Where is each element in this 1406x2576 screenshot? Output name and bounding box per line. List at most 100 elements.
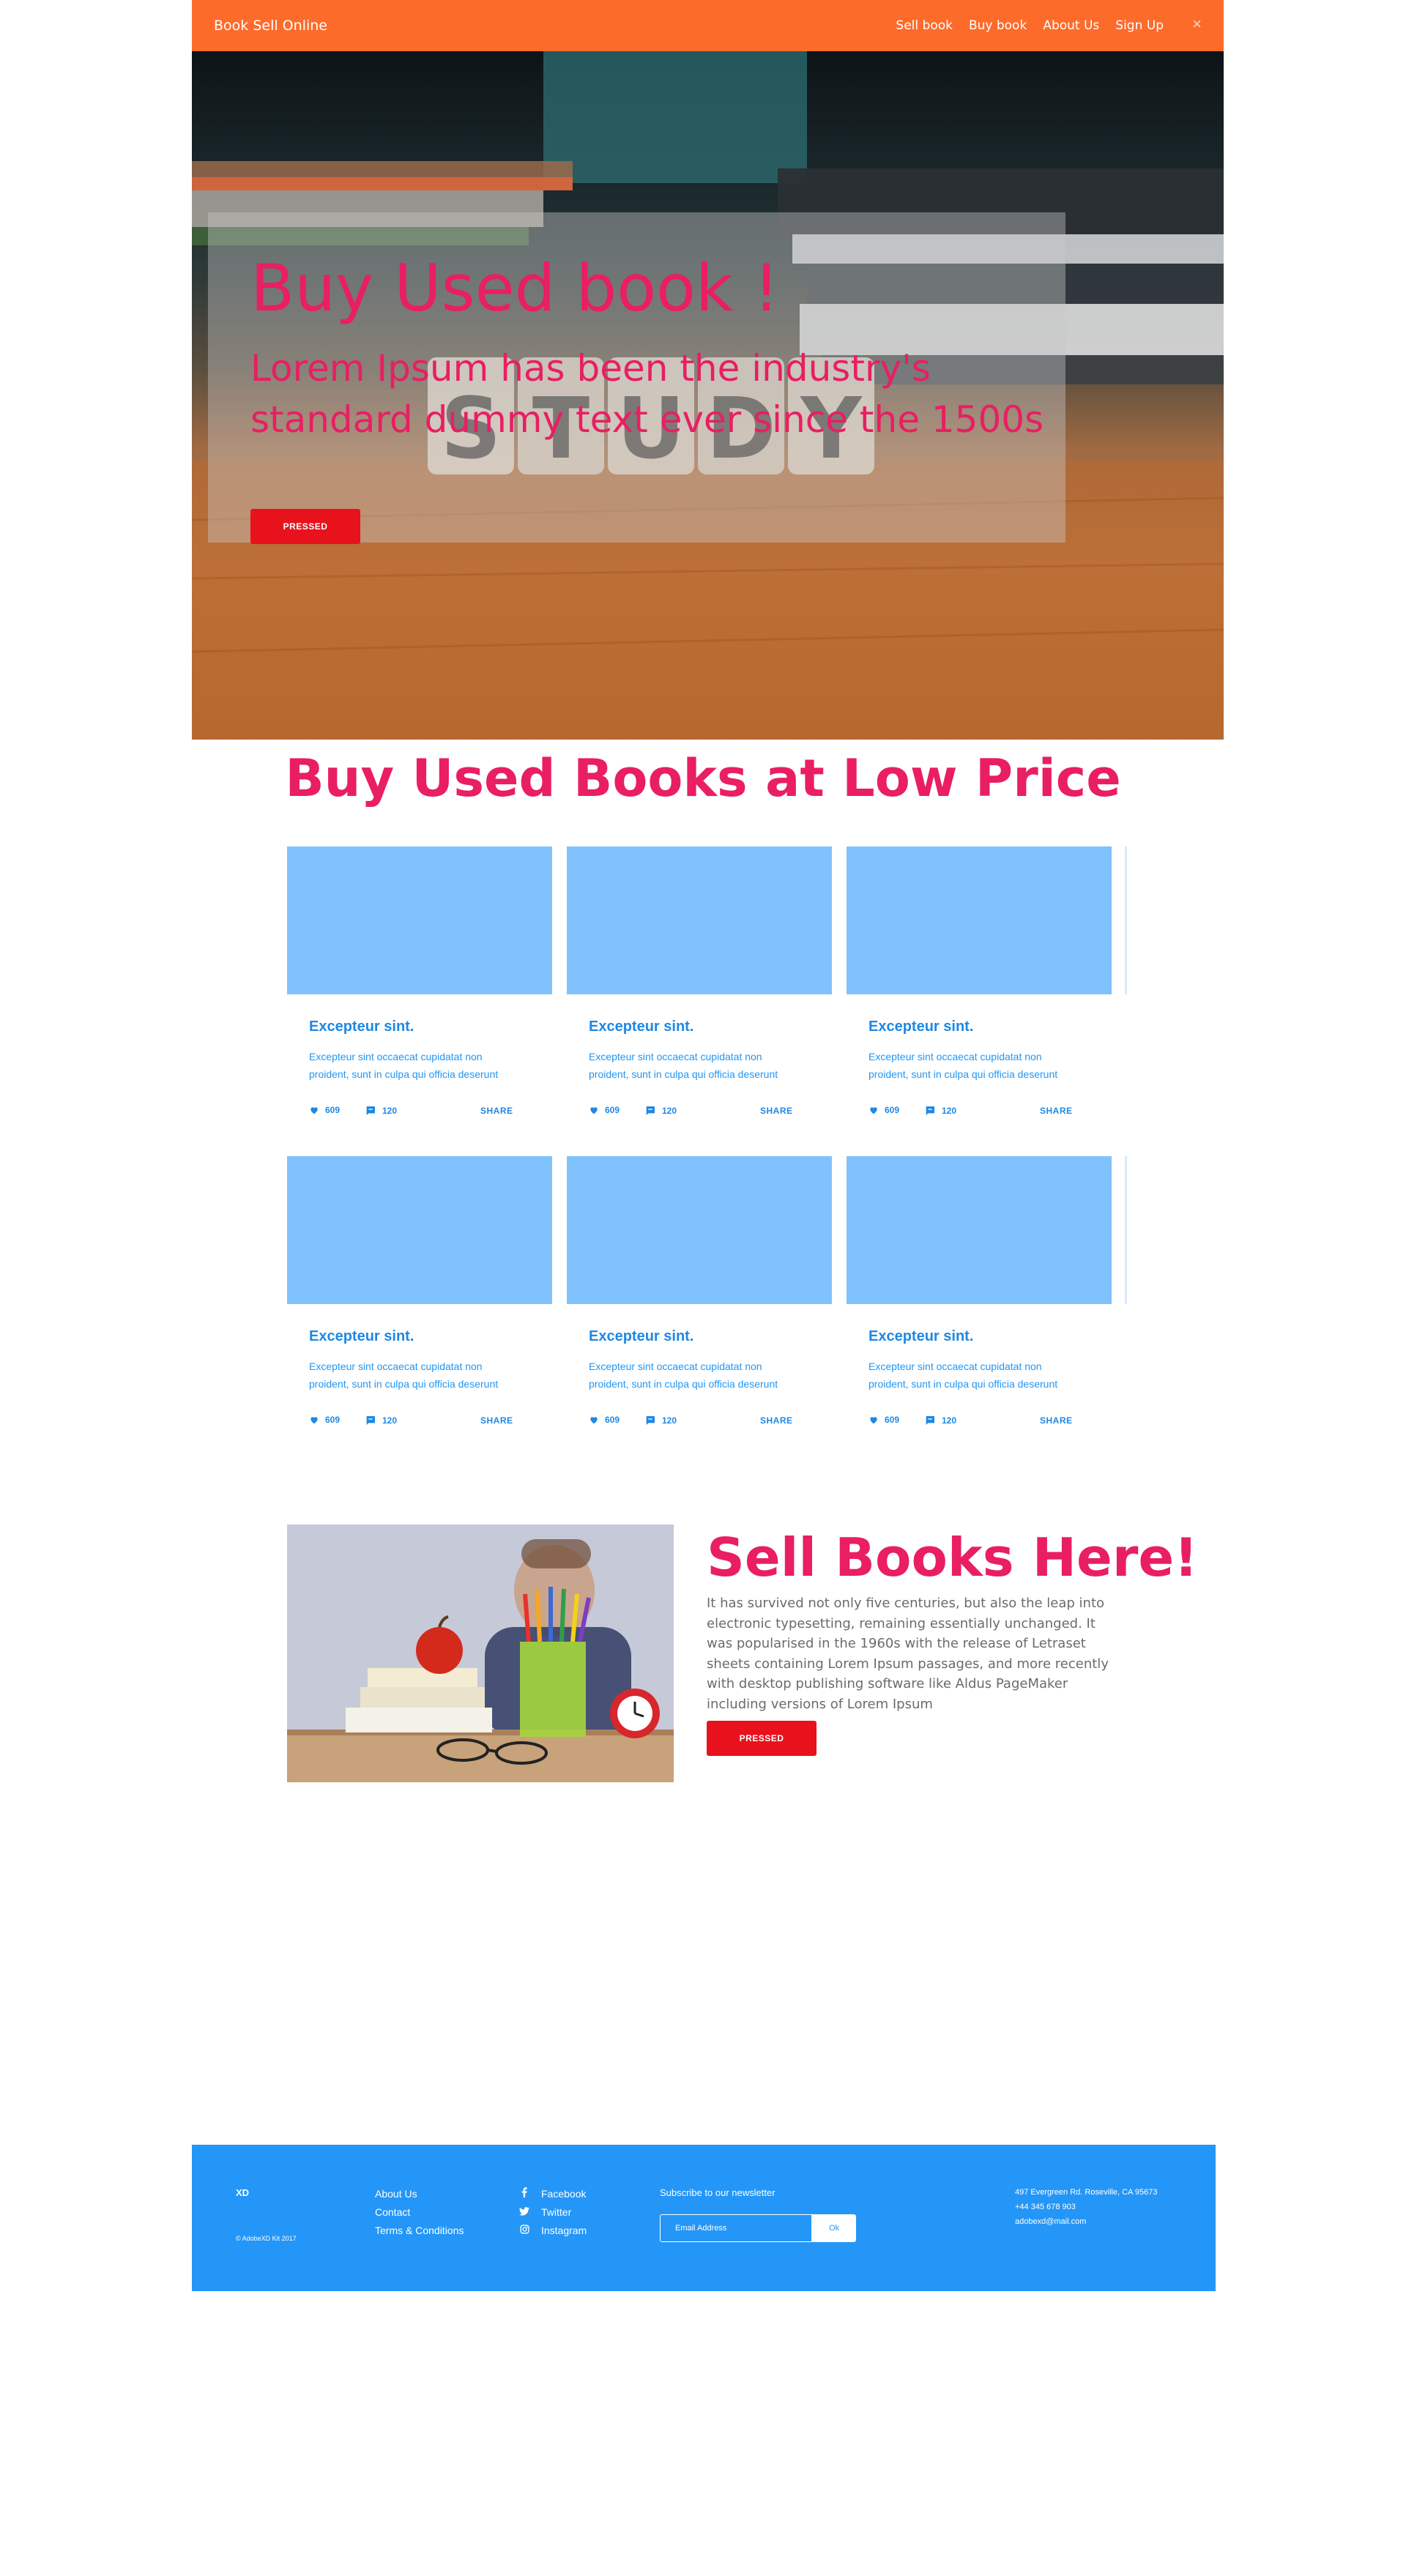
comments-stat[interactable]: 120: [644, 1105, 677, 1117]
book-card-title[interactable]: Excepteur sint.: [589, 1019, 693, 1035]
nav-link-buy-book[interactable]: Buy book: [969, 18, 1027, 33]
heart-icon: [870, 1417, 877, 1424]
sell-section-text: It has survived not only five centuries,…: [707, 1596, 1109, 1712]
hero-subtitle: Lorem Ipsum has been the industry's stan…: [250, 347, 1044, 441]
next-card-edge: [1125, 846, 1127, 994]
comments-stat[interactable]: 120: [644, 1415, 677, 1426]
book-card[interactable]: Excepteur sint. Excepteur sint occaecat …: [287, 1156, 552, 1464]
nav-link-about-us[interactable]: About Us: [1043, 18, 1099, 33]
sell-pressed-button[interactable]: PRESSED: [707, 1721, 817, 1756]
comments-count: 120: [662, 1106, 677, 1116]
social-facebook-label: Facebook: [541, 2188, 587, 2200]
book-card-stats: 609 120 SHARE: [868, 1415, 1088, 1428]
book-card-title[interactable]: Excepteur sint.: [868, 1019, 973, 1035]
sell-section-title: Sell Books Here!: [707, 1527, 1198, 1588]
share-button[interactable]: SHARE: [480, 1415, 513, 1426]
footer-copyright: © AdobeXD Kit 2017: [236, 2235, 297, 2242]
book-card-text: Excepteur sint occaecat cupidatat non pr…: [868, 1051, 1058, 1080]
navbar: Book Sell Online Sell book Buy book Abou…: [192, 0, 1224, 51]
book-card-text: Excepteur sint occaecat cupidatat non pr…: [309, 1360, 499, 1390]
social-facebook[interactable]: Facebook: [518, 2185, 587, 2203]
comments-stat[interactable]: 120: [924, 1415, 956, 1426]
twitter-icon: [518, 2203, 531, 2222]
student-with-books-illustration: [287, 1525, 674, 1782]
book-card[interactable]: Excepteur sint. Excepteur sint occaecat …: [287, 846, 552, 1154]
footer-address: 497 Evergreen Rd. Roseville, CA 95673 +4…: [1015, 2185, 1157, 2229]
social-twitter[interactable]: Twitter: [518, 2203, 587, 2222]
social-instagram[interactable]: Instagram: [518, 2222, 587, 2240]
next-card-edge: [1125, 1156, 1127, 1304]
likes-stat[interactable]: 609: [589, 1105, 620, 1115]
book-card-text: Excepteur sint occaecat cupidatat non pr…: [309, 1051, 499, 1080]
footer-link-contact[interactable]: Contact: [375, 2203, 464, 2222]
heart-icon: [590, 1417, 598, 1424]
heart-icon: [310, 1417, 318, 1424]
comments-stat[interactable]: 120: [924, 1105, 956, 1117]
likes-count: 609: [605, 1105, 620, 1115]
social-twitter-label: Twitter: [541, 2206, 572, 2218]
comments-count: 120: [382, 1106, 398, 1116]
newsletter-email-input[interactable]: [661, 2215, 811, 2241]
book-card-stats: 609 120 SHARE: [309, 1415, 529, 1428]
heart-icon: [590, 1107, 598, 1114]
comment-icon: [646, 1106, 655, 1115]
close-icon[interactable]: ×: [1192, 15, 1202, 34]
brand-logo[interactable]: Book Sell Online: [214, 18, 327, 34]
book-card-stats: 609 120 SHARE: [589, 1415, 808, 1428]
book-card-image[interactable]: [847, 846, 1112, 994]
likes-stat[interactable]: 609: [868, 1105, 899, 1115]
footer-social: Facebook Twitter Instagram: [518, 2185, 587, 2240]
footer-links: About Us Contact Terms & Conditions: [375, 2185, 464, 2240]
book-card[interactable]: Excepteur sint. Excepteur sint occaecat …: [567, 846, 832, 1154]
hero-overlay: Buy Used book ! Lorem Ipsum has been the…: [208, 212, 1065, 544]
share-button[interactable]: SHARE: [760, 1415, 793, 1426]
likes-count: 609: [325, 1415, 341, 1425]
book-card-stats: 609 120 SHARE: [309, 1105, 529, 1118]
share-button[interactable]: SHARE: [760, 1106, 793, 1116]
book-card-title[interactable]: Excepteur sint.: [589, 1328, 693, 1345]
likes-stat[interactable]: 609: [868, 1415, 899, 1425]
footer-link-terms[interactable]: Terms & Conditions: [375, 2222, 464, 2240]
heart-icon: [310, 1107, 318, 1114]
book-card-title[interactable]: Excepteur sint.: [868, 1328, 973, 1345]
comments-stat[interactable]: 120: [365, 1415, 397, 1426]
book-card-text: Excepteur sint occaecat cupidatat non pr…: [589, 1051, 778, 1080]
likes-count: 609: [885, 1105, 900, 1115]
comment-icon: [366, 1106, 375, 1115]
book-card-image[interactable]: [567, 846, 832, 994]
book-card-image[interactable]: [287, 1156, 552, 1304]
likes-stat[interactable]: 609: [309, 1105, 340, 1115]
share-button[interactable]: SHARE: [480, 1106, 513, 1116]
books-section-title: Buy Used Books at Low Price: [285, 748, 1121, 808]
comments-count: 120: [942, 1106, 957, 1116]
book-card-image[interactable]: [847, 1156, 1112, 1304]
footer-link-about-us[interactable]: About Us: [375, 2185, 464, 2203]
newsletter-form: Ok: [660, 2214, 856, 2242]
book-card[interactable]: Excepteur sint. Excepteur sint occaecat …: [847, 846, 1112, 1154]
comment-icon: [366, 1416, 375, 1425]
book-card[interactable]: Excepteur sint. Excepteur sint occaecat …: [847, 1156, 1112, 1464]
comment-icon: [926, 1416, 934, 1425]
likes-stat[interactable]: 609: [589, 1415, 620, 1425]
book-card-text: Excepteur sint occaecat cupidatat non pr…: [868, 1360, 1058, 1390]
nav-link-sign-up[interactable]: Sign Up: [1115, 18, 1164, 33]
likes-count: 609: [885, 1415, 900, 1425]
book-card-image[interactable]: [287, 846, 552, 994]
comments-stat[interactable]: 120: [365, 1105, 397, 1117]
share-button[interactable]: SHARE: [1040, 1106, 1073, 1116]
book-card-title[interactable]: Excepteur sint.: [309, 1328, 414, 1345]
nav-link-sell-book[interactable]: Sell book: [896, 18, 953, 33]
comment-icon: [646, 1416, 655, 1425]
book-card-image[interactable]: [567, 1156, 832, 1304]
instagram-icon: [518, 2222, 531, 2240]
address-line: 497 Evergreen Rd. Roseville, CA 95673: [1015, 2188, 1158, 2197]
footer-logo: XD: [236, 2187, 250, 2198]
newsletter-ok-button[interactable]: Ok: [811, 2215, 855, 2241]
email-line[interactable]: adobexd@mail.com: [1015, 2214, 1157, 2229]
book-card-stats: 609 120 SHARE: [868, 1105, 1088, 1118]
book-card-title[interactable]: Excepteur sint.: [309, 1019, 414, 1035]
book-card[interactable]: Excepteur sint. Excepteur sint occaecat …: [567, 1156, 832, 1464]
likes-stat[interactable]: 609: [309, 1415, 340, 1425]
hero-pressed-button[interactable]: PRESSED: [250, 509, 360, 544]
share-button[interactable]: SHARE: [1040, 1415, 1073, 1426]
